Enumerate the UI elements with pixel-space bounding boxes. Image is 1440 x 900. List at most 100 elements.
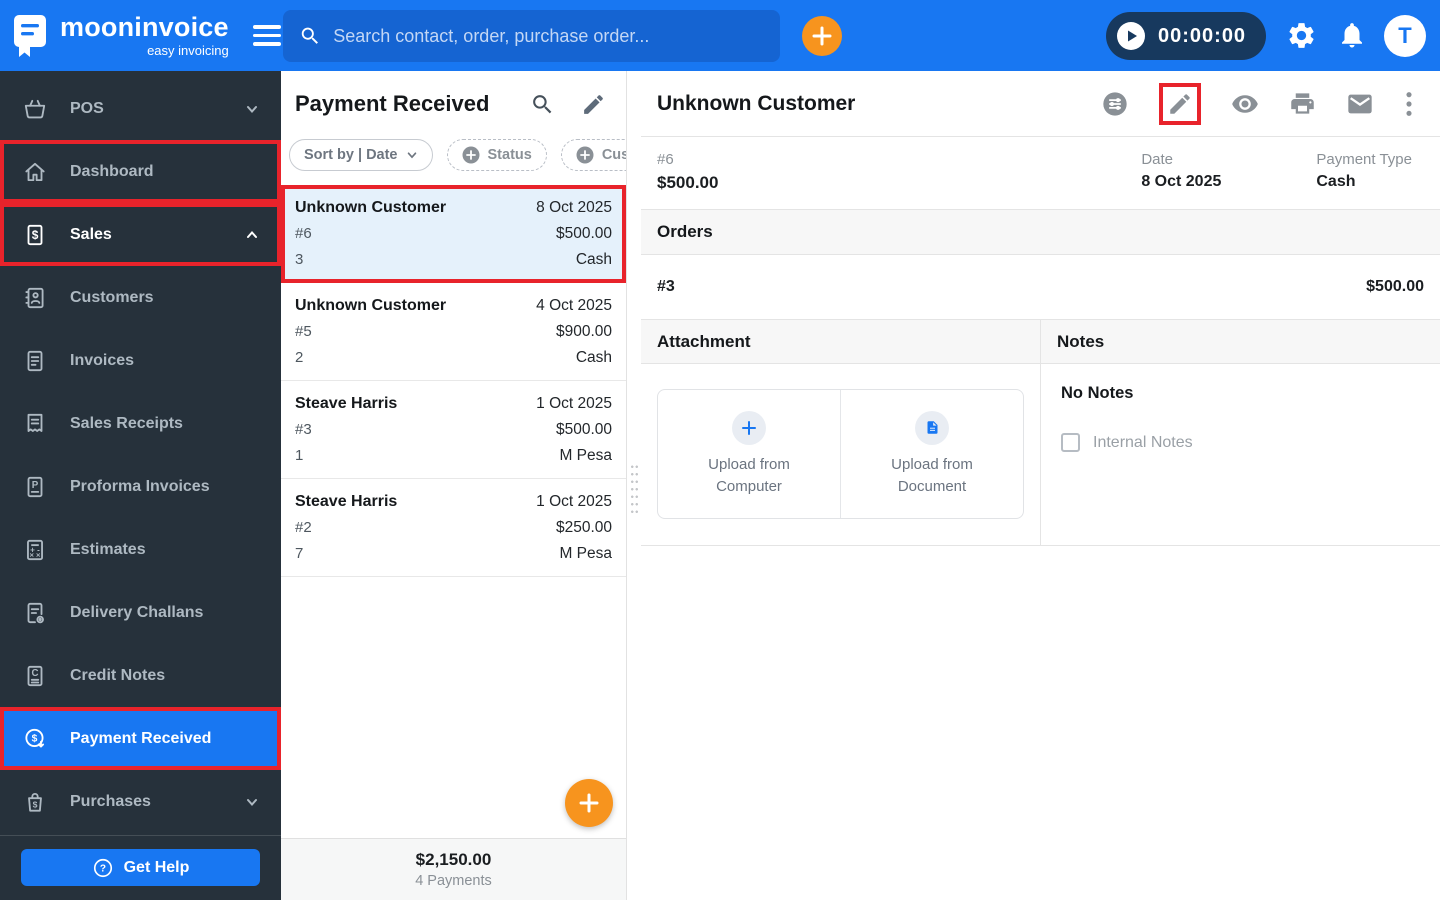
- payment-date: 1 Oct 2025: [536, 493, 612, 510]
- payment-summary-row: #6 $500.00 Date 8 Oct 2025 Payment Type …: [641, 137, 1440, 209]
- search-icon: [301, 27, 318, 44]
- sort-by-chip[interactable]: Sort by | Date: [289, 139, 433, 171]
- svg-text:P: P: [32, 480, 39, 491]
- attachment-section: Attachment Upload from Computer Upload f…: [641, 319, 1041, 545]
- svg-text:× ×: × ×: [30, 550, 42, 559]
- sidebar-item-label: Delivery Challans: [70, 603, 204, 621]
- date-label: Date: [1141, 151, 1173, 168]
- payment-number: #2: [295, 519, 312, 536]
- svg-text:$: $: [33, 799, 38, 809]
- sidebar-item-payment-received[interactable]: $ Payment Received: [0, 707, 281, 770]
- payment-list-item[interactable]: Unknown Customer 8 Oct 2025 #6 $500.00 3 Ca…: [281, 185, 626, 283]
- more-options-kebab-icon[interactable]: [1404, 90, 1414, 118]
- sidebar-item-pos[interactable]: POS: [0, 77, 281, 140]
- payment-amount: $900.00: [555, 323, 612, 340]
- payment-list-item[interactable]: Unknown Customer 4 Oct 2025 #5 $900.00 2 Ca…: [281, 283, 626, 381]
- sidebar-item-label: Sales Receipts: [70, 414, 183, 432]
- order-count: 1: [295, 447, 304, 464]
- upload-document-label: Upload from Document: [891, 455, 973, 495]
- sidebar-item-credit-notes[interactable]: C Credit Notes: [0, 644, 281, 707]
- calculator-icon: + -× ×: [27, 539, 43, 560]
- search-input[interactable]: [333, 25, 764, 47]
- status-filter-chip[interactable]: Status: [446, 139, 547, 171]
- order-count: 2: [295, 349, 304, 366]
- get-help-label: Get Help: [123, 858, 190, 876]
- order-row[interactable]: #3 $500.00: [641, 255, 1440, 319]
- challan-document-icon: [27, 602, 44, 623]
- payment-date-field: Date 8 Oct 2025: [1141, 151, 1221, 193]
- chevron-up-icon: [247, 230, 257, 238]
- payment-amount: $500.00: [555, 225, 612, 242]
- customer-name: Unknown Customer: [295, 297, 447, 314]
- email-icon[interactable]: [1346, 90, 1374, 118]
- question-circle-icon: ?: [93, 858, 112, 877]
- sidebar-item-label: Payment Received: [70, 729, 212, 747]
- payment-amount: $500.00: [657, 173, 719, 192]
- basket-icon: [24, 99, 46, 118]
- payment-date: 1 Oct 2025: [536, 395, 612, 412]
- preview-eye-icon[interactable]: [1231, 90, 1259, 118]
- upload-from-computer-button[interactable]: Upload from Computer: [658, 390, 840, 518]
- payment-number: #6: [657, 151, 674, 168]
- notifications-bell-icon[interactable]: [1337, 20, 1367, 55]
- sidebar-item-purchases[interactable]: $ Purchases: [0, 770, 281, 833]
- sidebar-footer: ? Get Help: [0, 835, 281, 900]
- sidebar-item-sales-receipts[interactable]: Sales Receipts: [0, 392, 281, 455]
- sidebar-item-proforma-invoices[interactable]: P Proforma Invoices: [0, 455, 281, 518]
- payment-list-item[interactable]: Steave Harris 1 Oct 2025 #3 $500.00 1 M Pes…: [281, 381, 626, 479]
- customer-name: Unknown Customer: [295, 199, 447, 216]
- brand-tagline: easy invoicing: [147, 42, 229, 58]
- customer-filter-chip[interactable]: Customer: [560, 139, 626, 171]
- payment-type-field: Payment Type Cash: [1316, 151, 1412, 193]
- upload-from-document-button[interactable]: Upload from Document: [840, 390, 1023, 518]
- panel-resize-handle[interactable]: [630, 463, 639, 515]
- payment-date: 8 Oct 2025: [536, 199, 612, 216]
- filter-chips-row: Sort by | Date Status Customer: [281, 137, 626, 185]
- brand-text: mooninvoice easy invoicing: [60, 11, 229, 58]
- list-search-icon[interactable]: [530, 92, 555, 117]
- settings-gear-icon[interactable]: [1286, 20, 1317, 56]
- quick-add-button[interactable]: [802, 16, 842, 56]
- user-avatar[interactable]: T: [1384, 15, 1426, 57]
- payment-list-item[interactable]: Steave Harris 1 Oct 2025 #2 $250.00 7 M Pes…: [281, 479, 626, 577]
- internal-notes-checkbox[interactable]: [1061, 433, 1080, 452]
- svg-text:C: C: [31, 668, 38, 679]
- list-edit-pencil-icon[interactable]: [581, 92, 606, 117]
- print-icon[interactable]: [1289, 90, 1316, 117]
- sidebar-item-customers[interactable]: Customers: [0, 266, 281, 329]
- order-number: #3: [657, 278, 675, 295]
- sidebar-nav: POS Dashboard $ Sales Customers Invoices…: [0, 71, 281, 900]
- hamburger-menu-icon[interactable]: [252, 25, 281, 46]
- list-panel-header: Payment Received: [281, 71, 626, 137]
- payment-method: M Pesa: [559, 447, 612, 464]
- upload-plus-icon: [732, 410, 766, 445]
- add-payment-fab[interactable]: [565, 779, 613, 827]
- sidebar-item-estimates[interactable]: + - × × Estimates: [0, 518, 281, 581]
- order-count: 3: [295, 251, 304, 268]
- sidebar-item-label: Proforma Invoices: [70, 477, 210, 495]
- tune-filter-icon[interactable]: [1101, 90, 1129, 118]
- time-tracker[interactable]: 00:00:00: [1106, 12, 1267, 60]
- payment-method: M Pesa: [559, 545, 612, 562]
- sidebar-item-invoices[interactable]: Invoices: [0, 329, 281, 392]
- avatar-initial: T: [1398, 23, 1412, 48]
- payment-number: #3: [295, 421, 312, 438]
- get-help-button[interactable]: ? Get Help: [21, 849, 260, 886]
- detail-header: Unknown Customer: [641, 71, 1440, 137]
- sidebar-item-dashboard[interactable]: Dashboard: [0, 140, 281, 203]
- play-icon: [1117, 22, 1145, 50]
- attachment-notes-sections: Attachment Upload from Computer Upload f…: [641, 319, 1440, 546]
- sidebar-item-label: Customers: [70, 288, 154, 306]
- receipt-icon: [27, 413, 43, 432]
- customer-name: Steave Harris: [295, 493, 398, 510]
- global-search[interactable]: [283, 10, 780, 62]
- edit-payment-pencil-icon[interactable]: [1159, 82, 1201, 125]
- brand-name: mooninvoice: [60, 11, 229, 42]
- customers-book-icon: [25, 287, 44, 308]
- no-notes-text: No Notes: [1061, 384, 1134, 402]
- sidebar-item-delivery-challans[interactable]: Delivery Challans: [0, 581, 281, 644]
- payment-method: Cash: [575, 349, 612, 366]
- sidebar-item-sales[interactable]: $ Sales: [0, 203, 281, 266]
- brand-logo[interactable]: mooninvoice easy invoicing: [0, 13, 229, 59]
- shopping-bag-icon: $: [28, 792, 42, 812]
